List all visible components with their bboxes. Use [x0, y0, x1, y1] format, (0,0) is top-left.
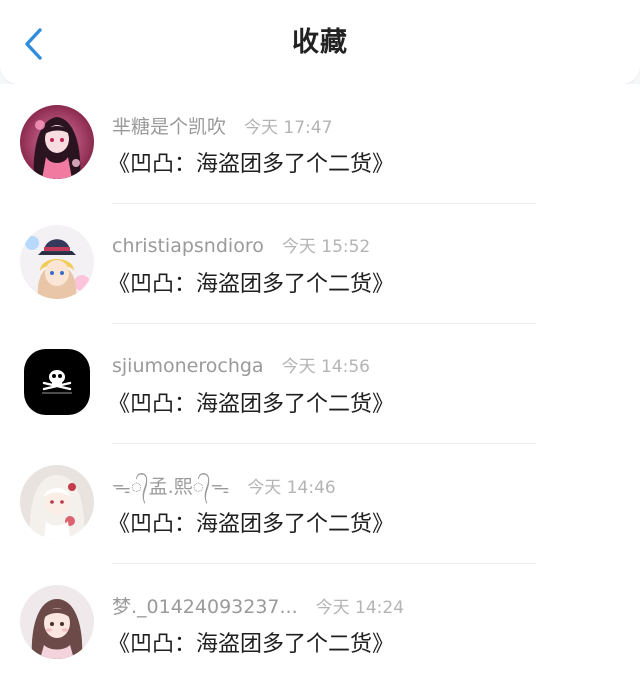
username[interactable]: 梦._01424093237...	[112, 592, 298, 619]
chevron-left-icon	[25, 28, 42, 60]
timestamp: 今天 14:56	[281, 357, 370, 377]
page-title: 收藏	[292, 26, 348, 58]
avatar[interactable]	[24, 349, 90, 415]
story-title[interactable]: 《凹凸：海盗团多了个二货》	[108, 626, 394, 658]
list-item[interactable]: christiapsndioro 今天 15:52 《凹凸：海盗团多了个二货》	[0, 204, 640, 324]
header-bar: 收藏	[0, 0, 640, 84]
white-hair-girl-avatar-icon	[20, 465, 94, 539]
list-item[interactable]: ᯓ᭄孟.熙᭄ᯓ 今天 14:46 《凹凸：海盗团多了个二货》	[0, 444, 640, 564]
item-meta: sjiumonerochga 今天 14:56	[112, 352, 370, 377]
story-title[interactable]: 《凹凸：海盗团多了个二货》	[108, 506, 394, 538]
favorites-list: 芈糖是个凯吹 今天 17:47 《凹凸：海盗团多了个二货》 christiaps…	[0, 84, 640, 682]
item-meta: christiapsndioro 今天 15:52	[112, 232, 370, 257]
timestamp: 今天 15:52	[281, 237, 371, 257]
avatar[interactable]	[20, 225, 94, 299]
story-title[interactable]: 《凹凸：海盗团多了个二货》	[108, 146, 394, 178]
avatar[interactable]	[20, 105, 94, 179]
username[interactable]: christiapsndioro	[112, 235, 264, 257]
list-item[interactable]: 梦._01424093237... 今天 14:24 《凹凸：海盗团多了个二货》	[0, 564, 640, 682]
timestamp: 今天 17:47	[244, 118, 333, 138]
item-meta: 梦._01424093237... 今天 14:24	[112, 592, 404, 619]
skull-logo-avatar-icon	[24, 349, 90, 415]
item-meta: 芈糖是个凯吹 今天 17:47	[112, 112, 332, 139]
username[interactable]: sjiumonerochga	[112, 355, 264, 377]
timestamp: 今天 14:46	[247, 478, 336, 498]
username[interactable]: 芈糖是个凯吹	[112, 112, 226, 139]
anime-girl-avatar-icon	[20, 105, 94, 179]
story-title[interactable]: 《凹凸：海盗团多了个二货》	[108, 386, 394, 418]
story-title[interactable]: 《凹凸：海盗团多了个二货》	[108, 266, 394, 298]
illustrated-girl-avatar-icon	[20, 585, 94, 659]
list-item[interactable]: 芈糖是个凯吹 今天 17:47 《凹凸：海盗团多了个二货》	[0, 84, 640, 204]
username[interactable]: ᯓ᭄孟.熙᭄ᯓ	[112, 472, 229, 507]
avatar[interactable]	[20, 465, 94, 539]
avatar[interactable]	[20, 585, 94, 659]
timestamp: 今天 14:24	[315, 598, 405, 618]
list-item[interactable]: sjiumonerochga 今天 14:56 《凹凸：海盗团多了个二货》	[0, 324, 640, 444]
favorites-screen: 收藏 芈糖是个凯吹 今天 17:47 《凹凸：海盗团多了个二货》 christi…	[0, 0, 640, 682]
item-meta: ᯓ᭄孟.熙᭄ᯓ 今天 14:46	[112, 472, 336, 507]
anime-boy-hat-avatar-icon	[20, 225, 94, 299]
back-button[interactable]	[12, 22, 56, 66]
